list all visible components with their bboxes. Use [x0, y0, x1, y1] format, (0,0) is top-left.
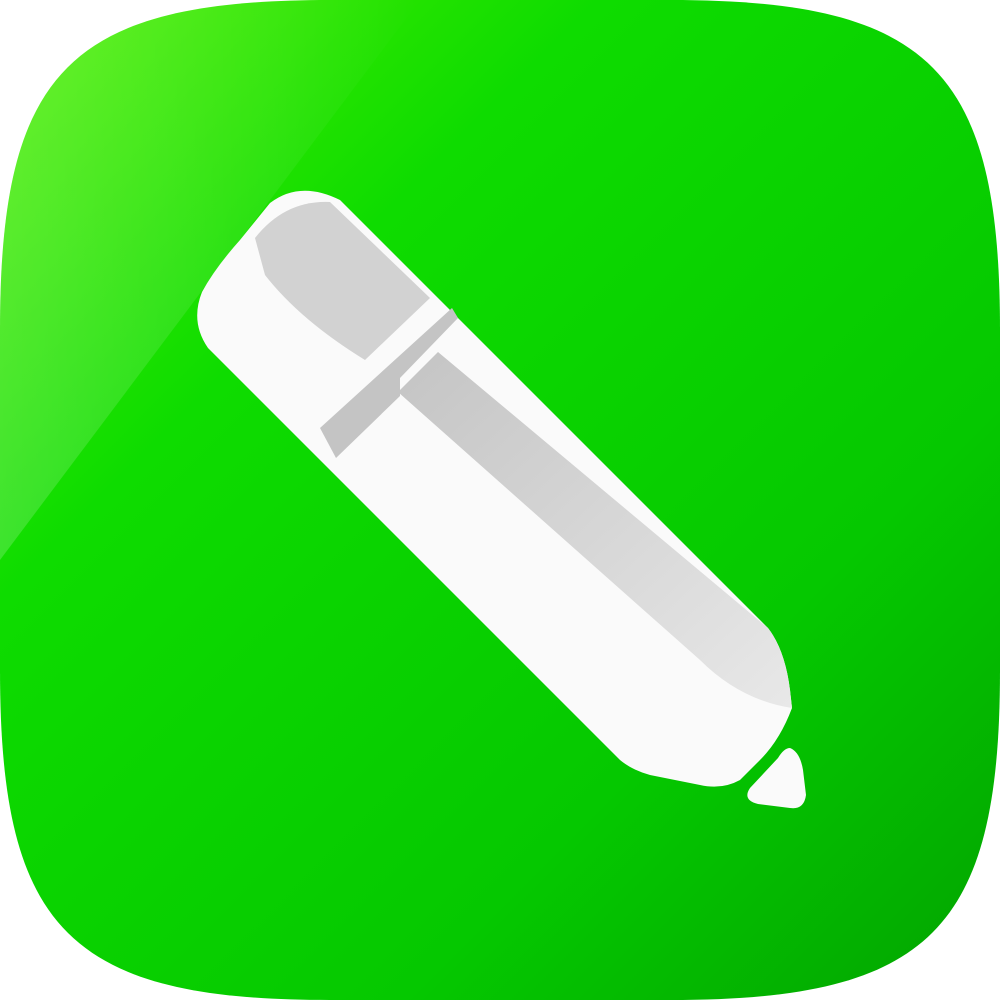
- app-icon: [0, 0, 1000, 1000]
- pencil-app-icon-graphic: [0, 0, 1000, 1000]
